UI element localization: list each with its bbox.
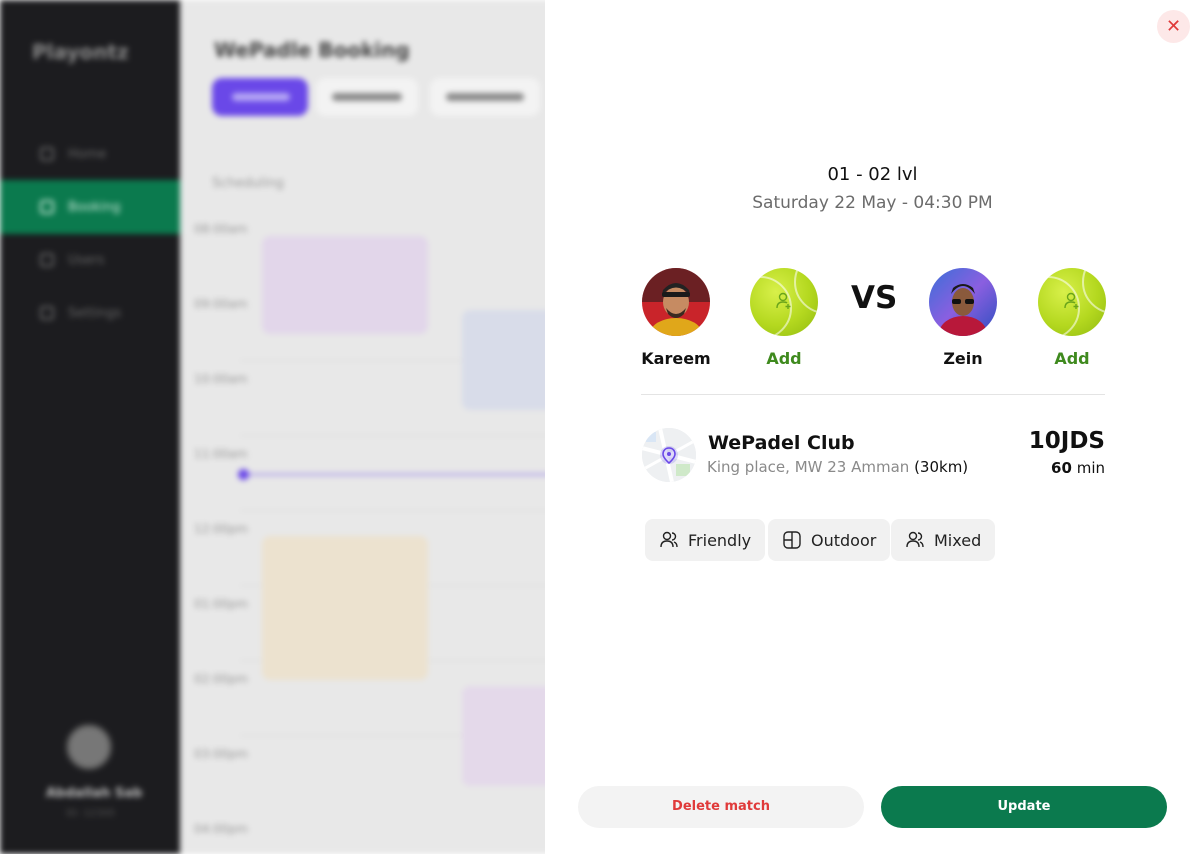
match-datetime: Saturday 22 May - 04:30 PM — [752, 193, 993, 213]
nav-item-home[interactable]: Home — [0, 127, 180, 181]
users-icon — [660, 531, 678, 548]
time-label: 03:00pm — [194, 747, 248, 761]
nav-label: Home — [68, 146, 107, 162]
close-icon: ✕ — [1165, 16, 1182, 37]
sidebar: Playontz Home Booking Users Settings Abd… — [0, 0, 180, 854]
time-label: 11:00am — [194, 447, 248, 461]
player-name: Zein — [943, 349, 983, 368]
tab-label-bar — [332, 93, 402, 101]
tab-label-bar — [446, 93, 524, 101]
app-logo: Playontz — [32, 40, 129, 64]
nav-item-settings[interactable]: Settings — [0, 286, 180, 340]
player-name: Kareem — [641, 349, 711, 368]
gear-icon — [40, 306, 54, 320]
player-slot-2[interactable]: Zein — [918, 268, 1008, 368]
add-player-label: Add — [766, 349, 802, 368]
delete-match-button[interactable]: Delete match — [578, 786, 864, 828]
club-address-text: King place, MW 23 Amman — [707, 458, 910, 476]
match-price: 10JDS — [1028, 428, 1105, 454]
tennis-ball-icon — [750, 268, 818, 336]
user-name: Abdallah Sab — [46, 786, 143, 801]
nav-label: Users — [68, 252, 105, 268]
booking-card[interactable] — [262, 536, 428, 680]
page-title: WePadle Booking — [214, 38, 410, 62]
nav-label: Booking — [68, 199, 121, 215]
update-button[interactable]: Update — [881, 786, 1167, 828]
tag-label: Outdoor — [811, 530, 877, 550]
time-label: 10:00am — [194, 372, 248, 386]
calendar-icon — [40, 200, 54, 214]
tag-mixed[interactable]: Mixed — [891, 519, 996, 561]
add-player-slot-1[interactable]: Add — [739, 268, 829, 368]
time-label: 09:00am — [194, 297, 248, 311]
tag-label: Mixed — [934, 530, 982, 550]
home-icon — [40, 147, 54, 161]
tennis-ball-icon — [1038, 268, 1106, 336]
versus-label: VS — [851, 280, 898, 316]
map-location-icon[interactable] — [642, 428, 696, 482]
users-icon — [906, 531, 924, 548]
match-detail-panel: ✕ 01 - 02 lvl Saturday 22 May - 04:30 PM… — [545, 0, 1200, 854]
club-name: WePadel Club — [708, 432, 855, 454]
court-icon — [783, 531, 801, 549]
time-label: 02:00pm — [194, 672, 248, 686]
match-level: 01 - 02 lvl — [827, 164, 918, 185]
club-distance: (30km) — [914, 458, 969, 476]
tag-friendly[interactable]: Friendly — [645, 519, 766, 561]
player-avatar — [642, 268, 710, 336]
match-duration: 60 min — [1051, 459, 1105, 477]
time-label: 04:00pm — [194, 822, 248, 836]
nav-item-booking[interactable]: Booking — [0, 180, 180, 234]
duration-unit: min — [1076, 459, 1105, 477]
user-avatar[interactable] — [66, 724, 112, 770]
tab-label-bar — [232, 93, 290, 101]
users-icon — [40, 253, 54, 267]
close-button[interactable]: ✕ — [1157, 10, 1190, 43]
nav-item-users[interactable]: Users — [0, 233, 180, 287]
duration-value: 60 — [1051, 459, 1072, 477]
time-label: 01:00pm — [194, 597, 248, 611]
divider — [641, 394, 1105, 395]
add-user-icon — [776, 292, 791, 309]
time-label: 12:00pm — [194, 522, 248, 536]
add-player-label: Add — [1054, 349, 1090, 368]
add-user-icon — [1064, 292, 1079, 309]
club-address: King place, MW 23 Amman (30km) — [707, 458, 968, 476]
user-id: ID: 12345 — [66, 808, 116, 819]
booking-card[interactable] — [262, 236, 428, 334]
player-slot-1[interactable]: Kareem — [631, 268, 721, 368]
time-label: 08:00am — [194, 222, 248, 236]
player-avatar — [929, 268, 997, 336]
current-time-dot — [238, 469, 249, 480]
tag-label: Friendly — [688, 530, 752, 550]
tag-outdoor[interactable]: Outdoor — [768, 519, 891, 561]
add-player-slot-2[interactable]: Add — [1027, 268, 1117, 368]
toolbar-label: Scheduling — [212, 176, 284, 191]
nav-label: Settings — [68, 305, 122, 321]
